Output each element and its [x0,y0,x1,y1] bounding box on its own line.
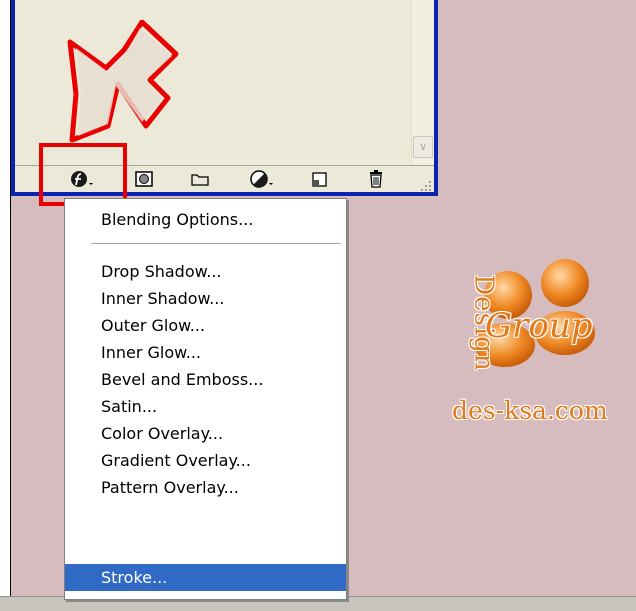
menu-item-stroke[interactable]: Stroke... [65,564,346,591]
menu-item-bevel-emboss[interactable]: Bevel and Emboss... [65,366,346,393]
menu-item-pattern-overlay[interactable]: Pattern Overlay... [65,474,346,501]
watermark-word-group: Group [485,306,593,346]
menu-item-inner-glow[interactable]: Inner Glow... [65,339,346,366]
menu-item-gradient-overlay[interactable]: Gradient Overlay... [65,447,346,474]
layer-style-menu: Blending Options... Drop Shadow... Inner… [64,198,347,600]
menu-item-color-overlay[interactable]: Color Overlay... [65,420,346,447]
menu-item-satin[interactable]: Satin... [65,393,346,420]
highlight-box [39,143,127,206]
watermark-site: des-ksa.com [452,396,608,425]
menu-item-inner-shadow[interactable]: Inner Shadow... [65,285,346,312]
menu-separator [91,243,341,245]
annotation-arrow-icon [67,20,179,143]
menu-item-drop-shadow[interactable]: Drop Shadow... [65,258,346,285]
menu-item-blending-options[interactable]: Blending Options... [65,206,346,233]
menu-item-outer-glow[interactable]: Outer Glow... [65,312,346,339]
